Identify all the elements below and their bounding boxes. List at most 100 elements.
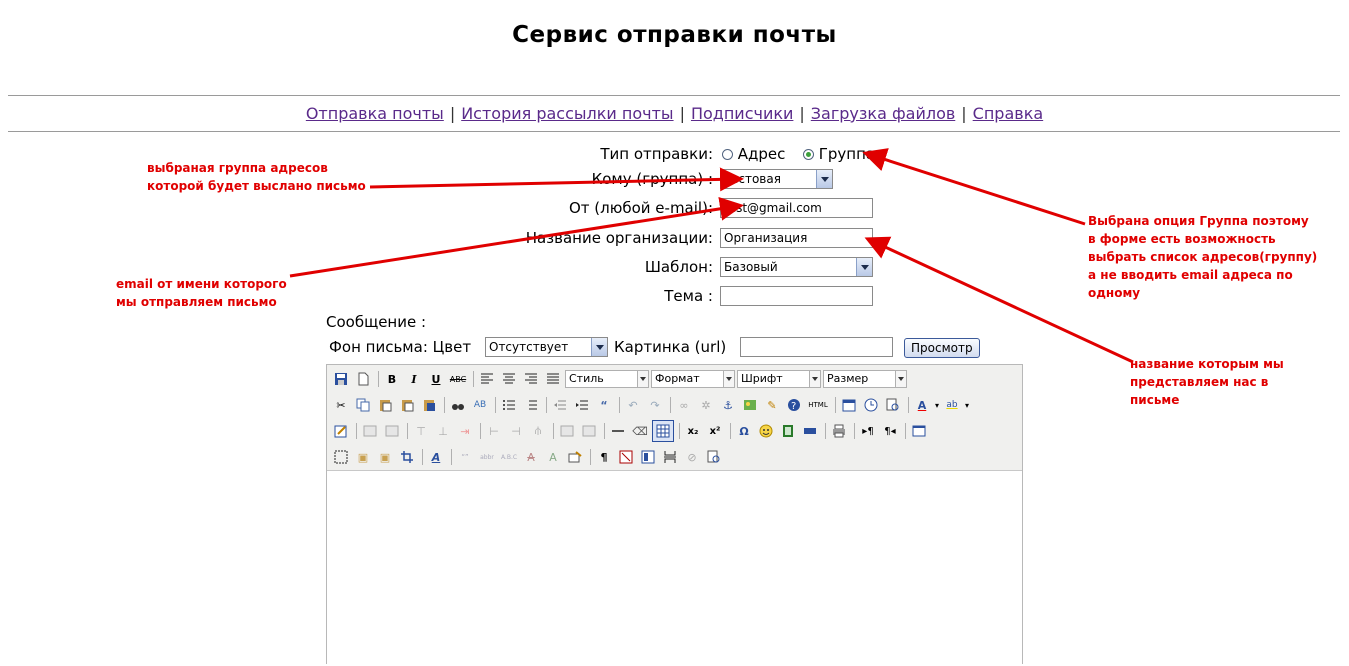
editor-content-area[interactable]	[327, 470, 1022, 666]
paste-word-icon[interactable]	[419, 395, 439, 415]
org-name-field[interactable]: Организация	[720, 228, 873, 248]
redo-icon[interactable]: ↷	[645, 395, 665, 415]
undo-icon[interactable]: ↶	[623, 395, 643, 415]
insert-date-icon[interactable]	[839, 395, 859, 415]
highlight-color-icon[interactable]: ab	[942, 395, 962, 415]
outdent-icon[interactable]	[550, 395, 570, 415]
subject-field[interactable]	[720, 286, 873, 306]
style-select[interactable]: Стиль	[565, 370, 649, 388]
picture-url-field[interactable]	[740, 337, 893, 357]
unlink-icon[interactable]: ✲	[696, 395, 716, 415]
paste-icon[interactable]	[375, 395, 395, 415]
merge-cells-icon[interactable]	[579, 421, 599, 441]
nav-mail-history[interactable]: История рассылки почты	[461, 104, 673, 123]
bg-color-select[interactable]: Отсутствует	[485, 337, 608, 357]
table-row-props-icon[interactable]	[360, 421, 380, 441]
cleanup-icon[interactable]: ✎	[762, 395, 782, 415]
fullscreen-icon[interactable]	[909, 421, 929, 441]
zoom-preview-icon[interactable]	[704, 447, 724, 467]
absolute-position-icon[interactable]	[397, 447, 417, 467]
style-props-icon[interactable]: A	[426, 447, 446, 467]
template-select[interactable]: Базовый	[720, 257, 873, 277]
remove-format-icon[interactable]: ⌫	[630, 421, 650, 441]
nav-file-upload[interactable]: Загрузка файлов	[811, 104, 955, 123]
insert-row-after-icon[interactable]: ⊥	[433, 421, 453, 441]
save-icon[interactable]	[331, 369, 351, 389]
superscript-icon[interactable]: x²	[705, 421, 725, 441]
cite-icon[interactable]: “”	[455, 447, 475, 467]
insert-col-before-icon[interactable]: ⊢	[484, 421, 504, 441]
align-left-icon[interactable]	[477, 369, 497, 389]
move-forward-icon[interactable]: ▣	[353, 447, 373, 467]
replace-icon[interactable]: AB	[470, 395, 490, 415]
spellcheck-icon[interactable]: ⊘	[682, 447, 702, 467]
delete-row-icon[interactable]: ⇥	[455, 421, 475, 441]
bullet-list-icon[interactable]	[499, 395, 519, 415]
show-blocks-icon[interactable]: ¶	[594, 447, 614, 467]
paste-text-icon[interactable]	[397, 395, 417, 415]
visual-aid-icon[interactable]	[652, 420, 674, 442]
radio-group[interactable]	[802, 149, 814, 160]
insert-row-before-icon[interactable]: ⊤	[411, 421, 431, 441]
delete-col-icon[interactable]: ⫛	[528, 421, 548, 441]
image-icon[interactable]	[740, 395, 760, 415]
emoticon-icon[interactable]	[756, 421, 776, 441]
to-group-select[interactable]: тестовая	[720, 169, 833, 189]
cut-icon[interactable]: ✂	[331, 395, 351, 415]
toolbar-separator	[473, 371, 474, 387]
ins-icon[interactable]: A	[543, 447, 563, 467]
italic-icon[interactable]: I	[404, 369, 424, 389]
insert-col-after-icon[interactable]: ⊣	[506, 421, 526, 441]
underline-icon[interactable]: U	[426, 369, 446, 389]
subscript-icon[interactable]: x₂	[683, 421, 703, 441]
align-center-icon[interactable]	[499, 369, 519, 389]
rtl-icon[interactable]: ¶◂	[880, 421, 900, 441]
template-icon[interactable]	[638, 447, 658, 467]
special-char-icon[interactable]: Ω	[734, 421, 754, 441]
acronym-icon[interactable]: A.B.C	[499, 447, 519, 467]
insert-time-icon[interactable]	[861, 395, 881, 415]
from-email-field[interactable]: test@gmail.com	[720, 198, 873, 218]
link-icon[interactable]: ∞	[674, 395, 694, 415]
html-source-icon[interactable]: HTML	[806, 395, 830, 415]
new-document-icon[interactable]	[353, 369, 373, 389]
nav-help[interactable]: Справка	[973, 104, 1044, 123]
nav-send-mail[interactable]: Отправка почты	[306, 104, 444, 123]
align-justify-icon[interactable]	[543, 369, 563, 389]
anchor-icon[interactable]: ⚓	[718, 395, 738, 415]
find-icon[interactable]	[448, 395, 468, 415]
format-select[interactable]: Формат	[651, 370, 735, 388]
numbered-list-icon[interactable]	[521, 395, 541, 415]
move-backward-icon[interactable]: ▣	[375, 447, 395, 467]
insert-layer-icon[interactable]	[800, 421, 820, 441]
copy-icon[interactable]	[353, 395, 373, 415]
insert-layer-box-icon[interactable]	[331, 447, 351, 467]
nav-subscribers[interactable]: Подписчики	[691, 104, 793, 123]
nonbreaking-icon[interactable]	[616, 447, 636, 467]
chevron-down-icon[interactable]: ▾	[964, 395, 970, 415]
blockquote-icon[interactable]: “	[594, 395, 614, 415]
media-icon[interactable]	[778, 421, 798, 441]
edit-css-icon[interactable]	[331, 421, 351, 441]
attributes-icon[interactable]	[565, 447, 585, 467]
split-cells-icon[interactable]	[557, 421, 577, 441]
radio-address[interactable]	[722, 149, 733, 160]
text-color-icon[interactable]: A	[912, 395, 932, 415]
indent-icon[interactable]	[572, 395, 592, 415]
ltr-icon[interactable]: ▸¶	[858, 421, 878, 441]
size-select[interactable]: Размер	[823, 370, 907, 388]
abbr-icon[interactable]: abbr	[477, 447, 497, 467]
table-cell-props-icon[interactable]	[382, 421, 402, 441]
bold-icon[interactable]: B	[382, 369, 402, 389]
del-icon[interactable]: A	[521, 447, 541, 467]
font-select[interactable]: Шрифт	[737, 370, 821, 388]
help-icon[interactable]: ?	[784, 395, 804, 415]
align-right-icon[interactable]	[521, 369, 541, 389]
preview-button[interactable]: Просмотр	[904, 338, 980, 358]
page-break-icon[interactable]	[660, 447, 680, 467]
print-icon[interactable]	[829, 421, 849, 441]
preview-icon[interactable]	[883, 395, 903, 415]
horizontal-rule-icon[interactable]	[608, 421, 628, 441]
chevron-down-icon[interactable]: ▾	[934, 395, 940, 415]
strikethrough-icon[interactable]: ABC	[448, 369, 468, 389]
